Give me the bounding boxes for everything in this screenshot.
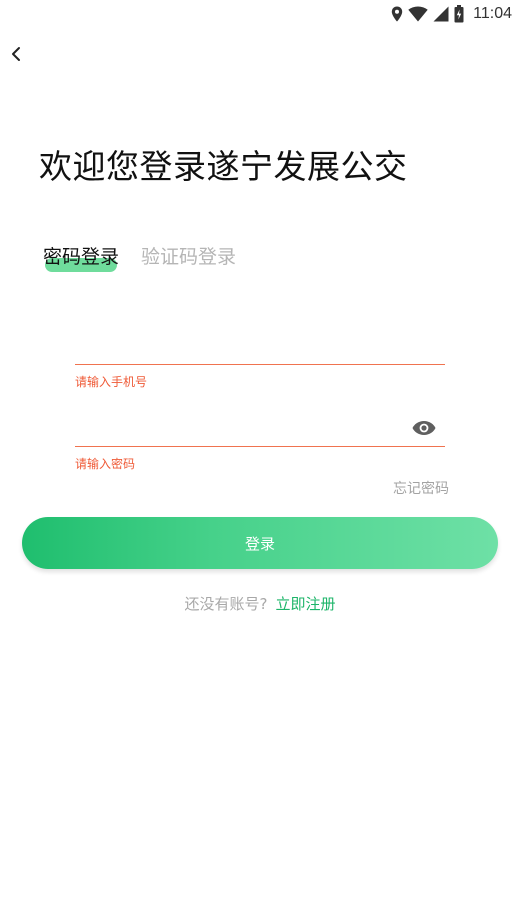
cell-signal-icon: [433, 6, 449, 22]
password-error-text: 请输入密码: [75, 457, 136, 471]
login-button[interactable]: 登录: [22, 517, 498, 569]
status-bar: 11:04: [0, 0, 520, 28]
tab-label: 密码登录: [43, 246, 120, 268]
forgot-password-link[interactable]: 忘记密码: [393, 478, 449, 498]
phone-error-text: 请输入手机号: [75, 375, 148, 389]
phone-field-group: 请输入手机号: [75, 330, 445, 389]
eye-icon: [412, 420, 436, 440]
back-button[interactable]: [4, 44, 28, 68]
register-row: 还没有账号? 立即注册: [0, 593, 520, 614]
password-field-group: 请输入密码: [75, 412, 445, 471]
register-link[interactable]: 立即注册: [275, 595, 335, 613]
password-input[interactable]: [75, 412, 405, 446]
login-tab-bar: 密码登录 验证码登录: [43, 244, 236, 274]
battery-icon: [454, 5, 464, 23]
page-title: 欢迎您登录遂宁发展公交: [39, 147, 408, 186]
tab-password-login[interactable]: 密码登录: [43, 244, 120, 272]
password-underline: [75, 446, 445, 447]
location-icon: [391, 6, 403, 22]
tab-label: 验证码登录: [141, 246, 237, 268]
register-prompt: 还没有账号?: [184, 595, 268, 613]
login-screen: 11:04 欢迎您登录遂宁发展公交 密码登录 验证码登录 请输入手机号 请输入密…: [0, 0, 520, 922]
phone-underline: [75, 364, 445, 365]
wifi-icon: [408, 6, 428, 22]
status-icons: 11:04: [391, 3, 512, 25]
tab-code-login[interactable]: 验证码登录: [141, 244, 236, 270]
show-password-toggle[interactable]: [411, 420, 437, 440]
phone-input[interactable]: [75, 330, 405, 364]
chevron-left-icon: [10, 46, 22, 66]
status-time: 11:04: [473, 5, 512, 22]
